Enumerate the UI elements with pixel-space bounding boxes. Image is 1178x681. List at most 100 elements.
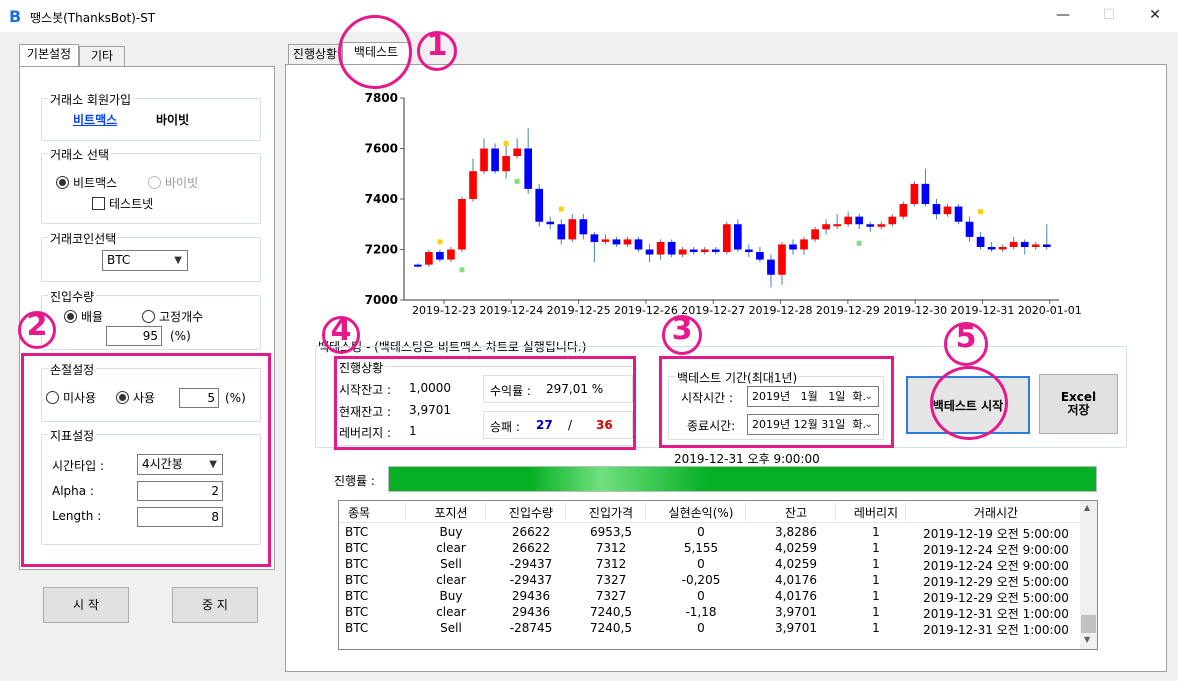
exchange-bybit-label: 바이빗 xyxy=(165,176,199,190)
table-row[interactable]: BTC Buy 29436 7327 0 4,0176 1 2019-12-29 오전 5:0… xyxy=(339,589,1079,605)
column-header[interactable]: 진입수량 xyxy=(491,504,571,521)
table-row[interactable]: BTC Sell -29437 7312 0 4,0259 1 2019-12-24 오전 9… xyxy=(339,557,1079,573)
entry-fixed-label: 고정개수 xyxy=(159,310,204,324)
table-cell: 2019-12-29 오전 5:00:00 xyxy=(923,575,1069,589)
testnet-label: 테스트넷 xyxy=(109,197,154,211)
candle-body xyxy=(822,224,830,230)
table-row[interactable]: BTC Sell -28745 7240,5 0 3,9701 1 2019-12-31 오전… xyxy=(339,621,1079,637)
table-cell: 0 xyxy=(697,557,705,571)
candle-body xyxy=(469,171,477,199)
candle-body xyxy=(954,206,963,222)
column-divider[interactable] xyxy=(905,503,906,521)
testnet-checkbox[interactable]: 테스트넷 xyxy=(92,195,153,212)
table-cell: 7240,5 xyxy=(590,621,632,635)
table-row[interactable]: BTC clear -29437 7327 -0,205 4,0176 1 2019-12-2… xyxy=(339,573,1079,589)
table-cell: 1 xyxy=(872,621,880,635)
column-header[interactable]: 포지션 xyxy=(411,504,491,521)
table-scrollbar[interactable]: ▲ ▼ xyxy=(1080,501,1097,649)
signup-bybit-link[interactable]: 바이빗 xyxy=(156,111,189,128)
table-cell: 29436 xyxy=(511,589,551,603)
table-cell: 4,0176 xyxy=(775,589,817,603)
table-cell: BTC xyxy=(345,589,369,603)
table-cell: 1 xyxy=(872,541,880,555)
column-divider[interactable] xyxy=(745,503,746,521)
candle-body xyxy=(987,246,996,250)
column-header[interactable]: 종목 xyxy=(339,504,379,521)
entry-amount-input[interactable]: 95 xyxy=(106,326,162,346)
column-divider[interactable] xyxy=(485,503,486,521)
excel-save-button[interactable]: Excel 저장 xyxy=(1039,374,1118,434)
table-cell: 2019-12-24 오전 9:00:00 xyxy=(923,543,1069,557)
column-header[interactable]: 진입가격 xyxy=(571,504,651,521)
title-bar: B 땡스봇(ThanksBot)-ST — ☐ ✕ xyxy=(0,0,1178,32)
close-button[interactable]: ✕ xyxy=(1132,0,1178,30)
x-tick-label: 2019-12-28 xyxy=(749,304,813,317)
exchange-bitmex-radio[interactable]: 비트맥스 xyxy=(56,174,117,191)
start-button[interactable]: 시 작 xyxy=(43,587,129,623)
candle-body xyxy=(711,249,720,253)
window-title: 땡스봇(ThanksBot)-ST xyxy=(30,11,156,25)
candlestick-chart: 7000 7200 7400 7600 7800 2019-12-23 2019-12-24… xyxy=(365,91,1082,317)
stop-button[interactable]: 중 지 xyxy=(172,587,258,623)
coin-group: 거래코인선택 BTC ▼ xyxy=(41,230,261,282)
exchange-bitmex-label: 비트맥스 xyxy=(73,176,118,190)
column-divider[interactable] xyxy=(645,503,646,521)
progress-bar-fill xyxy=(389,467,1096,491)
column-header[interactable]: 실현손익(%) xyxy=(651,504,751,521)
annotation-number-3: 3 xyxy=(671,312,693,347)
radio-unchecked-icon xyxy=(142,310,155,323)
table-cell: Sell xyxy=(440,557,462,571)
table-cell: clear xyxy=(436,541,466,555)
table-cell: 1 xyxy=(872,589,880,603)
table-header: 종목 포지션 진입수량 진입가격 실현손익(%) 잔고 레버리지 거래시간 xyxy=(339,501,1079,523)
table-row[interactable]: BTC Buy 26622 6953,5 0 3,8286 1 2019-12-19 오전 5… xyxy=(339,525,1079,541)
table-cell: BTC xyxy=(345,525,369,539)
progress-label: 진행률 : xyxy=(334,474,375,488)
candle-body xyxy=(877,224,886,227)
entry-ratio-radio[interactable]: 배율 xyxy=(64,308,103,325)
column-divider[interactable] xyxy=(565,503,566,521)
annotation-circle-1-tab xyxy=(338,15,412,89)
scroll-thumb[interactable] xyxy=(1081,615,1096,633)
maximize-button[interactable]: ☐ xyxy=(1086,0,1132,30)
candle-body xyxy=(524,148,533,189)
table-cell: 0 xyxy=(697,621,705,635)
candle-body xyxy=(689,249,698,253)
y-tick-label: 7000 xyxy=(365,293,398,307)
tab-progress[interactable]: 진행상황 xyxy=(288,44,342,65)
signal-marker xyxy=(856,240,862,246)
table-cell: 26622 xyxy=(511,525,551,539)
plot-area xyxy=(404,98,1059,300)
column-header[interactable]: 거래시간 xyxy=(911,504,1081,521)
table-row[interactable]: BTC clear 29436 7240,5 -1,18 3,9701 1 2019-12-3… xyxy=(339,605,1079,621)
exchange-bybit-radio[interactable]: 바이빗 xyxy=(148,174,198,191)
column-header[interactable]: 레버리지 xyxy=(841,504,911,521)
coin-select[interactable]: BTC ▼ xyxy=(102,250,188,271)
tab-basic-settings[interactable]: 기본설정 xyxy=(19,44,79,67)
x-tick-label: 2019-12-29 xyxy=(816,304,880,317)
entry-unit: (%) xyxy=(170,329,191,343)
radio-checked-icon xyxy=(64,310,77,323)
signup-bitmex-link[interactable]: 비트맥스 xyxy=(73,111,117,128)
column-header[interactable]: 잔고 xyxy=(751,504,841,521)
tab-etc[interactable]: 기타 xyxy=(79,46,125,67)
table-cell: 4,0259 xyxy=(775,557,817,571)
column-divider[interactable] xyxy=(405,503,406,521)
table-cell: -28745 xyxy=(509,621,553,635)
candle-body xyxy=(734,224,742,250)
table-cell: 7312 xyxy=(595,557,627,571)
candle-body xyxy=(425,252,433,265)
trade-table[interactable]: 종목 포지션 진입수량 진입가격 실현손익(%) 잔고 레버리지 거래시간 BTC Buy 266… xyxy=(338,500,1098,650)
scroll-up-icon[interactable]: ▲ xyxy=(1084,503,1090,512)
column-divider[interactable] xyxy=(835,503,836,521)
minimize-button[interactable]: — xyxy=(1040,0,1086,30)
table-row[interactable]: BTC clear 26622 7312 5,155 4,0259 1 2019-12-24 … xyxy=(339,541,1079,557)
entry-group-title: 진입수량 xyxy=(48,288,97,305)
scroll-down-icon[interactable]: ▼ xyxy=(1084,635,1090,644)
candle-body xyxy=(811,229,819,240)
table-cell: 3,8286 xyxy=(775,525,817,539)
candle-body xyxy=(965,221,974,237)
entry-fixed-radio[interactable]: 고정개수 xyxy=(142,308,203,325)
table-cell: 29436 xyxy=(511,605,551,619)
table-cell: BTC xyxy=(345,605,369,619)
